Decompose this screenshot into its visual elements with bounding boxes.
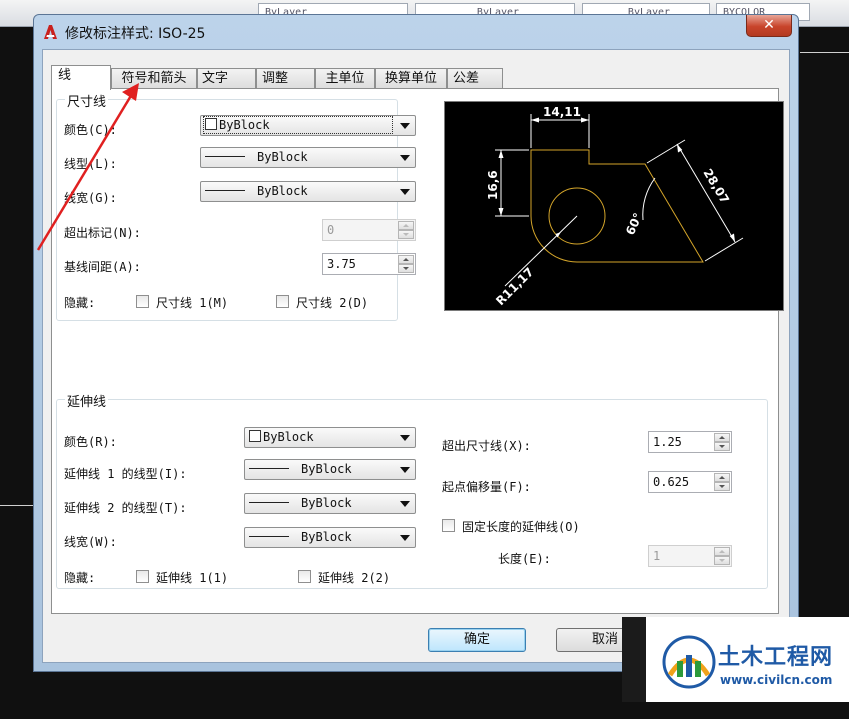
extend-beyond-label: 超出尺寸线(X): — [442, 439, 531, 453]
preview-dim-top: 14,11 — [543, 105, 581, 119]
extend-beyond-spinner[interactable]: 1.25 — [648, 431, 732, 453]
preview-dim-diag: 28,07 — [700, 166, 732, 206]
chevron-down-icon — [400, 435, 410, 441]
spin-up-icon[interactable] — [398, 255, 414, 264]
extend-ticks-label: 超出标记(N): — [64, 226, 141, 240]
preview-dim-left: 16,6 — [486, 170, 500, 200]
tab-text[interactable]: 文字 — [197, 68, 256, 89]
ext-lines-title: 延伸线 — [65, 391, 109, 410]
dim-lineweight-label: 线宽(G): — [64, 191, 117, 205]
linetype-sample-icon — [249, 502, 289, 503]
ext-color-label: 颜色(R): — [64, 435, 117, 449]
close-button[interactable]: ✕ — [746, 15, 792, 37]
cad-canvas-line — [800, 52, 849, 53]
chevron-down-icon — [400, 123, 410, 129]
lineweight-sample-icon — [205, 190, 245, 191]
tab-symbols-arrows[interactable]: 符号和箭头 — [111, 68, 197, 89]
dim-linetype-combo[interactable]: ByBlock — [200, 147, 416, 168]
ok-button[interactable]: 确定 — [428, 628, 526, 652]
spin-down-icon — [398, 230, 414, 239]
chevron-down-icon — [400, 189, 410, 195]
watermark: 土木工程网 www.civilcn.com — [622, 617, 849, 702]
ext-linetype1-combo[interactable]: ByBlock — [244, 459, 416, 480]
dim-linetype-label: 线型(L): — [64, 157, 117, 171]
spin-down-icon[interactable] — [714, 442, 730, 451]
preview-angle: 60° — [623, 211, 645, 237]
preview-drawing: 14,11 16,6 28,07 60° R11,17 — [486, 105, 744, 308]
offset-from-origin-spinner[interactable]: 0.625 — [648, 471, 732, 493]
tab-tolerances[interactable]: 公差 — [447, 68, 503, 89]
suppress-dim-line-1-label[interactable]: 尺寸线 1(M) — [156, 294, 228, 311]
autocad-logo-icon — [44, 25, 57, 39]
suppress-ext-line-1-checkbox[interactable] — [136, 570, 149, 583]
length-spinner: 1 — [648, 545, 732, 567]
ext-linetype2-combo[interactable]: ByBlock — [244, 493, 416, 514]
chevron-down-icon — [400, 467, 410, 473]
suppress-ext-line-1-label[interactable]: 延伸线 1(1) — [156, 569, 228, 586]
spin-down-icon[interactable] — [398, 264, 414, 273]
spin-down-icon — [714, 556, 730, 565]
suppress-dim-line-1-checkbox[interactable] — [136, 295, 149, 308]
baseline-spacing-spinner[interactable]: 3.75 — [322, 253, 416, 275]
suppress-dim-line-2-checkbox[interactable] — [276, 295, 289, 308]
linetype-sample-icon — [205, 156, 245, 157]
length-label: 长度(E): — [498, 552, 551, 566]
offset-from-origin-label: 起点偏移量(F): — [442, 480, 531, 494]
close-icon: ✕ — [763, 17, 775, 33]
dialog-client: 线 符号和箭头 文字 调整 主单位 换算单位 公差 尺寸线 颜色(C): ByB… — [42, 49, 790, 663]
fixed-length-label[interactable]: 固定长度的延伸线(O) — [462, 518, 580, 535]
tab-alternate-units[interactable]: 换算单位 — [375, 68, 447, 89]
ext-linetype1-label: 延伸线 1 的线型(I): — [64, 467, 187, 481]
extend-ticks-spinner: 0 — [322, 219, 416, 241]
dialog-titlebar[interactable]: 修改标注样式: ISO-25 ✕ — [34, 15, 798, 49]
cad-canvas-line — [0, 505, 34, 506]
watermark-url: www.civilcn.com — [720, 673, 833, 687]
watermark-edge — [622, 617, 646, 702]
lineweight-sample-icon — [249, 536, 289, 537]
tab-panel-lines: 尺寸线 颜色(C): ByBlock 线型(L): ByBlock 线宽(G):… — [51, 88, 784, 614]
ext-lineweight-label: 线宽(W): — [64, 535, 117, 549]
spin-up-icon — [714, 547, 730, 556]
dim-lineweight-combo[interactable]: ByBlock — [200, 181, 416, 202]
suppress-dim-line-2-label[interactable]: 尺寸线 2(D) — [296, 294, 368, 311]
ext-lineweight-combo[interactable]: ByBlock — [244, 527, 416, 548]
watermark-title: 土木工程网 — [718, 645, 834, 670]
civilcn-logo-icon — [662, 635, 716, 689]
preview-radius: R11,17 — [493, 265, 536, 308]
tab-primary-units[interactable]: 主单位 — [315, 68, 375, 89]
dim-color-combo[interactable]: ByBlock — [200, 115, 416, 136]
spin-up-icon[interactable] — [714, 473, 730, 482]
fixed-length-checkbox[interactable] — [442, 519, 455, 532]
ext-suppress-label: 隐藏: — [64, 571, 96, 585]
ext-color-combo[interactable]: ByBlock — [244, 427, 416, 448]
tab-fit[interactable]: 调整 — [256, 68, 315, 89]
ext-linetype2-label: 延伸线 2 的线型(T): — [64, 501, 187, 515]
dim-lines-title: 尺寸线 — [65, 91, 109, 110]
dim-suppress-label: 隐藏: — [64, 296, 96, 310]
dimension-style-preview: 14,11 16,6 28,07 60° R11,17 — [444, 101, 784, 311]
spin-up-icon — [398, 221, 414, 230]
baseline-spacing-label: 基线间距(A): — [64, 260, 141, 274]
tab-lines[interactable]: 线 — [51, 65, 111, 90]
color-swatch-icon — [205, 118, 217, 130]
chevron-down-icon — [400, 501, 410, 507]
modify-dimension-style-dialog: 修改标注样式: ISO-25 ✕ 线 符号和箭头 文字 调整 主单位 换算单位 … — [33, 14, 799, 672]
chevron-down-icon — [400, 155, 410, 161]
dim-color-label: 颜色(C): — [64, 123, 117, 137]
color-swatch-icon — [249, 430, 261, 442]
dialog-title: 修改标注样式: ISO-25 — [65, 26, 206, 42]
linetype-sample-icon — [249, 468, 289, 469]
chevron-down-icon — [400, 535, 410, 541]
suppress-ext-line-2-checkbox[interactable] — [298, 570, 311, 583]
spin-down-icon[interactable] — [714, 482, 730, 491]
spin-up-icon[interactable] — [714, 433, 730, 442]
suppress-ext-line-2-label[interactable]: 延伸线 2(2) — [318, 569, 390, 586]
